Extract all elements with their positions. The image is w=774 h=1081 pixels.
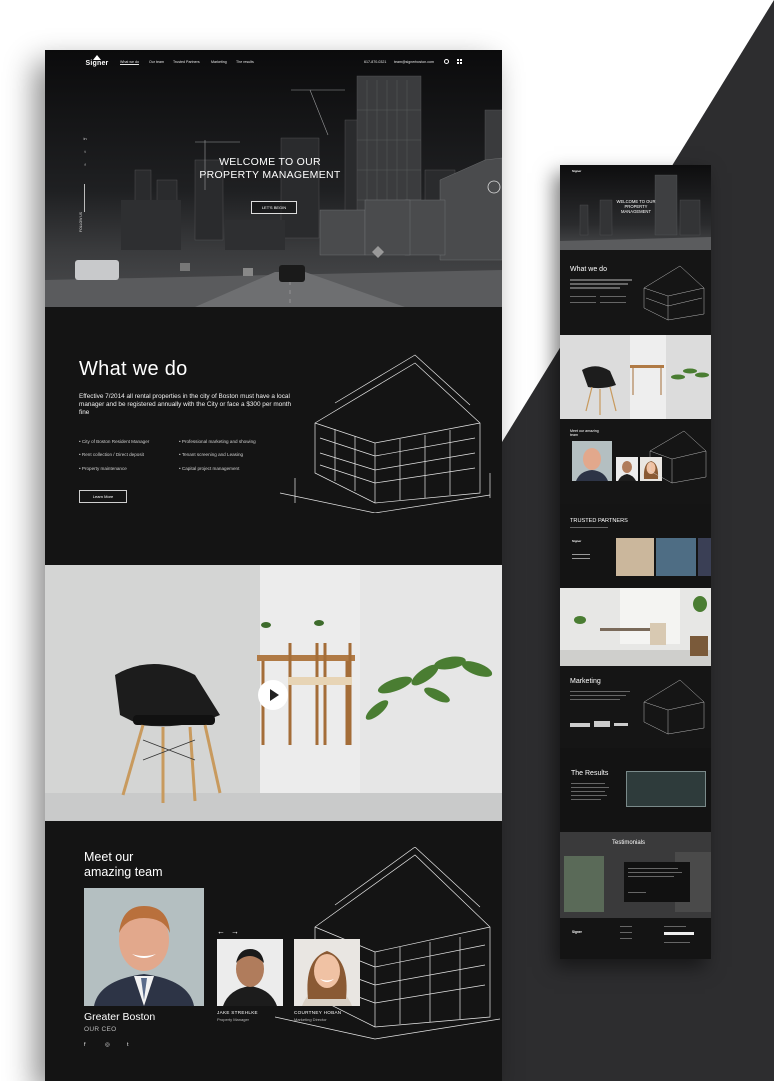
preview-what-we-do: What we do [560, 250, 711, 335]
preview-testimonial-card [624, 862, 690, 902]
preview-trusted-partners: TRUSTED PARTNERS Signer [560, 504, 711, 588]
preview-logo: Signer [572, 169, 582, 173]
ceo-role: OUR CEO [84, 1026, 117, 1033]
preview-footer: Signer [560, 918, 711, 959]
hero-social-links: in t f [81, 136, 89, 175]
team-title: Meet our amazing team [84, 850, 194, 880]
member-name: JAKE STREHLKE [217, 1010, 258, 1015]
instagram-icon[interactable]: ◎ [105, 1042, 110, 1048]
preview-partner-image [698, 538, 711, 576]
member-photo[interactable] [294, 939, 360, 1006]
phone-number[interactable]: 617-870-0321 [364, 60, 386, 64]
preview-results-title: The Results [571, 770, 609, 777]
hero-title-line2: PROPERTY MANAGEMENT [199, 169, 341, 181]
member-role: Property Manager [217, 1017, 250, 1022]
nav-link-marketing[interactable]: Marketing [211, 60, 227, 64]
preview-results-table [626, 771, 706, 807]
preview-room-image [560, 335, 711, 419]
preview-partner-image [616, 538, 654, 576]
hero-title: WELCOME TO OUR PROPERTY MANAGEMENT [175, 156, 365, 182]
preview-member-photo [616, 457, 638, 481]
preview-what-we-do-title: What we do [570, 266, 607, 273]
hero-title-line1: WELCOME TO OUR [219, 156, 321, 168]
video-play-button[interactable] [258, 680, 288, 710]
facebook-icon[interactable]: f [84, 1042, 86, 1048]
building-wireframe-illustration [279, 354, 491, 513]
preview-results: The Results [560, 748, 711, 832]
arrow-right-icon[interactable]: → [231, 927, 245, 936]
preview-testimonials: Testimonials [560, 832, 711, 918]
nav-link-our-team[interactable]: Our team [149, 60, 164, 64]
team-title-line2: amazing team [84, 865, 163, 879]
team-title-line1: Meet our [84, 850, 134, 864]
preview-team-title: Meet our amazing team [570, 429, 599, 438]
preview-hero-title: WELCOME TO OUR PROPERTY MANAGEMENT [616, 199, 656, 214]
ceo-photo [84, 888, 204, 1006]
list-item: • Rent collection / Direct deposit [79, 452, 144, 458]
lets-begin-button[interactable]: LET'S BEGIN [251, 201, 297, 214]
what-we-do-section: What we do Effective 7/2014 all rental p… [45, 307, 502, 565]
logo-text: Signer [85, 60, 109, 67]
preview-marketing: Marketing [560, 666, 711, 748]
grid-menu-icon[interactable] [457, 59, 462, 64]
top-navigation: Signer What we do Our team Trusted Partn… [45, 50, 502, 76]
nav-link-trusted-partners[interactable]: Trusted Partners [173, 60, 200, 64]
list-item: • Professional marketing and showing [179, 439, 256, 444]
preview-hero: Signer WELCOME TO OUR PROPERTY MANAGEMENT [560, 165, 711, 250]
preview-partners-title: TRUSTED PARTNERS [570, 518, 628, 524]
preview-partner-logo: Signer [572, 539, 582, 543]
presentation-canvas: Signer What we do Our team Trusted Partn… [0, 0, 774, 1081]
signer-logo[interactable]: Signer [85, 54, 109, 67]
list-item: • Property maintenance [79, 465, 127, 471]
services-list-left: • City of Boston Resident Manager • Rent… [79, 435, 149, 475]
interior-video-section [45, 565, 502, 821]
what-we-do-text: Effective 7/2014 all rental properties i… [79, 393, 292, 416]
preview-office-image [560, 588, 711, 666]
email-address[interactable]: team@signerboston.com [394, 60, 434, 64]
team-carousel-arrows: ←→ [217, 927, 245, 936]
linkedin-icon[interactable]: in [81, 136, 89, 141]
services-list-right: • Professional marketing and showing • T… [179, 435, 256, 475]
preview-testimonials-title: Testimonials [612, 840, 646, 846]
twitter-icon[interactable]: t [127, 1042, 129, 1048]
follow-us-label: FOLLOW US [78, 212, 83, 232]
search-icon[interactable] [444, 59, 449, 64]
what-we-do-title: What we do [79, 358, 188, 380]
team-section: Meet our amazing team Greater Boston OUR… [45, 821, 502, 1081]
follow-divider [84, 184, 85, 212]
full-page-preview: Signer WELCOME TO OUR PROPERTY MANAGEMENT… [560, 165, 711, 959]
member-role: Marketing Director [294, 1017, 327, 1022]
nav-link-the-results[interactable]: The results [236, 60, 254, 64]
hero-section: Signer What we do Our team Trusted Partn… [45, 50, 502, 307]
preview-ceo-photo [572, 441, 612, 481]
nav-link-what-we-do[interactable]: What we do [120, 60, 139, 64]
learn-more-button[interactable]: Learn More [79, 490, 127, 503]
arrow-left-icon[interactable]: ← [217, 927, 231, 936]
list-item: • Tenant screening and Leasing [179, 452, 244, 458]
member-photo[interactable] [217, 939, 283, 1006]
preview-footer-logo: Signer [572, 930, 582, 934]
preview-team: Meet our amazing team [560, 419, 711, 504]
preview-marketing-title: Marketing [570, 678, 601, 685]
list-item: • City of Boston Resident Manager [79, 439, 150, 444]
ceo-name: Greater Boston [84, 1011, 156, 1023]
twitter-icon[interactable]: t [81, 149, 89, 154]
desktop-mockup: Signer What we do Our team Trusted Partn… [45, 50, 502, 1081]
member-name: COURTNEY HOBAN [294, 1010, 342, 1015]
facebook-icon[interactable]: f [81, 162, 89, 167]
list-item: • Capital project management [179, 465, 240, 471]
preview-partner-image [656, 538, 696, 576]
